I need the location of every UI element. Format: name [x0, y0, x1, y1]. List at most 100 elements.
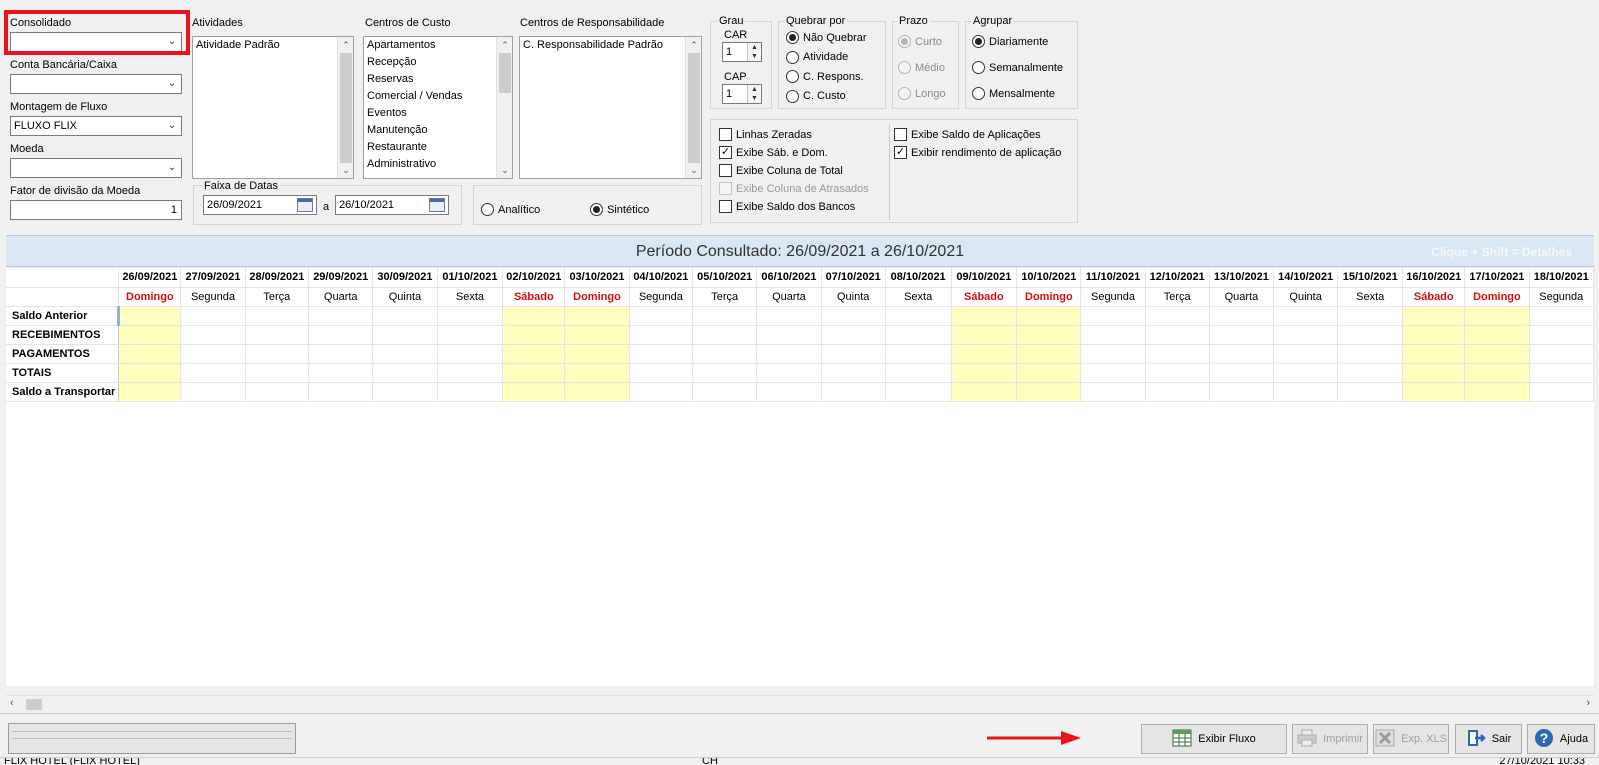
- fluxo-grid[interactable]: 26/09/2021 27/09/2021 28/09/2021 29/09/2021…: [6, 268, 1594, 686]
- value-cell[interactable]: [1145, 363, 1210, 383]
- value-cell[interactable]: [1273, 363, 1339, 383]
- radio-quebrar-3[interactable]: C. Custo: [786, 89, 846, 103]
- value-cell[interactable]: [1080, 344, 1146, 364]
- table-row[interactable]: RECEBIMENTOS: [6, 325, 1594, 345]
- value-cell[interactable]: [180, 382, 246, 402]
- date-header-cell[interactable]: 11/10/2021: [1080, 268, 1146, 288]
- value-cell[interactable]: [821, 306, 886, 326]
- date-header-cell[interactable]: 06/10/2021: [756, 268, 822, 288]
- moeda-combo[interactable]: ⌄: [10, 158, 182, 178]
- value-cell[interactable]: [308, 363, 374, 383]
- value-cell[interactable]: [885, 306, 952, 326]
- sair-button[interactable]: Sair: [1455, 724, 1522, 754]
- scroll-up-icon[interactable]: ⌃: [497, 37, 512, 53]
- value-cell[interactable]: [951, 306, 1018, 326]
- radio-agrupar-0[interactable]: Diariamente: [972, 35, 1048, 48]
- centro-custo-list-item[interactable]: Administrativo: [364, 156, 512, 173]
- value-cell[interactable]: [564, 382, 630, 402]
- exp-xls-button[interactable]: Exp. XLS: [1373, 724, 1449, 754]
- value-cell[interactable]: [1337, 344, 1404, 364]
- value-cell[interactable]: [118, 344, 182, 364]
- value-cell[interactable]: [118, 382, 182, 402]
- centro-custo-list-item[interactable]: Apartamentos: [364, 37, 512, 54]
- value-cell[interactable]: [308, 325, 374, 345]
- value-cell[interactable]: [885, 363, 952, 383]
- value-cell[interactable]: [1337, 382, 1404, 402]
- date-header-cell[interactable]: 01/10/2021: [437, 268, 504, 288]
- value-cell[interactable]: [692, 363, 758, 383]
- value-cell[interactable]: [502, 363, 566, 383]
- value-cell[interactable]: [821, 325, 886, 345]
- date-header-cell[interactable]: 14/10/2021: [1273, 268, 1339, 288]
- date-header-cell[interactable]: 17/10/2021: [1464, 268, 1530, 288]
- date-header-cell[interactable]: 16/10/2021: [1402, 268, 1466, 288]
- value-cell[interactable]: [951, 344, 1018, 364]
- value-cell[interactable]: [1529, 363, 1594, 383]
- conta-combo[interactable]: ⌄: [10, 74, 182, 94]
- value-cell[interactable]: [245, 382, 310, 402]
- scroll-thumb[interactable]: [340, 53, 352, 163]
- value-cell[interactable]: [437, 325, 504, 345]
- scroll-up-icon[interactable]: ⌃: [686, 37, 701, 53]
- value-cell[interactable]: [437, 363, 504, 383]
- spin-arrows-icon[interactable]: ▲ ▼: [747, 43, 761, 61]
- car-spinner[interactable]: 1 ▲ ▼: [722, 42, 762, 62]
- scroll-up-icon[interactable]: ⌃: [338, 37, 353, 53]
- atividade-list-item[interactable]: Atividade Padrão: [193, 37, 353, 54]
- value-cell[interactable]: [1016, 306, 1082, 326]
- value-cell[interactable]: [564, 344, 630, 364]
- scroll-down-icon[interactable]: ⌄: [338, 162, 353, 178]
- value-cell[interactable]: [1529, 325, 1594, 345]
- checkbox-option[interactable]: Exibe Saldo de Aplicações: [894, 128, 1041, 141]
- date-header-cell[interactable]: 28/09/2021: [245, 268, 310, 288]
- value-cell[interactable]: [692, 382, 758, 402]
- centro-custo-list-item[interactable]: Recepção: [364, 54, 512, 71]
- value-cell[interactable]: [951, 382, 1018, 402]
- value-cell[interactable]: [1464, 363, 1530, 383]
- date-header-cell[interactable]: 03/10/2021: [564, 268, 630, 288]
- value-cell[interactable]: [629, 382, 694, 402]
- value-cell[interactable]: [118, 325, 182, 345]
- value-cell[interactable]: [1273, 325, 1339, 345]
- value-cell[interactable]: [821, 344, 886, 364]
- date-header-cell[interactable]: 08/10/2021: [885, 268, 952, 288]
- centro-custo-list-item[interactable]: Manutenção: [364, 122, 512, 139]
- value-cell[interactable]: [1337, 363, 1404, 383]
- value-cell[interactable]: [372, 325, 438, 345]
- fator-input[interactable]: 1: [10, 200, 182, 220]
- value-cell[interactable]: [437, 382, 504, 402]
- value-cell[interactable]: [437, 344, 504, 364]
- date-header-cell[interactable]: 30/09/2021: [372, 268, 438, 288]
- value-cell[interactable]: [502, 344, 566, 364]
- date-header-cell[interactable]: 18/10/2021: [1529, 268, 1594, 288]
- date-header-cell[interactable]: 04/10/2021: [629, 268, 694, 288]
- radio-quebrar-2[interactable]: C. Respons.: [786, 70, 864, 83]
- centros-custo-list[interactable]: Apartamentos Recepção Reservas Comercial / …: [363, 36, 513, 179]
- value-cell[interactable]: [1016, 382, 1082, 402]
- value-cell[interactable]: [245, 344, 310, 364]
- value-cell[interactable]: [1016, 363, 1082, 383]
- exibir-fluxo-button[interactable]: Exibir Fluxo: [1141, 724, 1287, 754]
- value-cell[interactable]: [692, 325, 758, 345]
- value-cell[interactable]: [1464, 325, 1530, 345]
- checkbox-option[interactable]: ✓ Exibe Sáb. e Dom.: [719, 146, 828, 159]
- ajuda-button[interactable]: ? Ajuda: [1527, 724, 1595, 754]
- radio-prazo-2[interactable]: Longo: [898, 87, 946, 100]
- value-cell[interactable]: [1080, 325, 1146, 345]
- value-cell[interactable]: [1145, 306, 1210, 326]
- radio-prazo-0[interactable]: Curto: [898, 35, 942, 48]
- value-cell[interactable]: [1209, 344, 1275, 364]
- value-cell[interactable]: [1080, 363, 1146, 383]
- imprimir-button[interactable]: Imprimir: [1292, 724, 1368, 754]
- value-cell[interactable]: [180, 325, 246, 345]
- value-cell[interactable]: [692, 306, 758, 326]
- atividades-list[interactable]: Atividade Padrão ⌃ ⌄: [192, 36, 354, 179]
- value-cell[interactable]: [245, 325, 310, 345]
- value-cell[interactable]: [1529, 306, 1594, 326]
- value-cell[interactable]: [629, 306, 694, 326]
- value-cell[interactable]: [821, 382, 886, 402]
- grid-hscrollbar[interactable]: ‹ ›: [6, 695, 1594, 712]
- centro-custo-list-item[interactable]: Eventos: [364, 105, 512, 122]
- date-header-cell[interactable]: 13/10/2021: [1209, 268, 1275, 288]
- value-cell[interactable]: [756, 344, 822, 364]
